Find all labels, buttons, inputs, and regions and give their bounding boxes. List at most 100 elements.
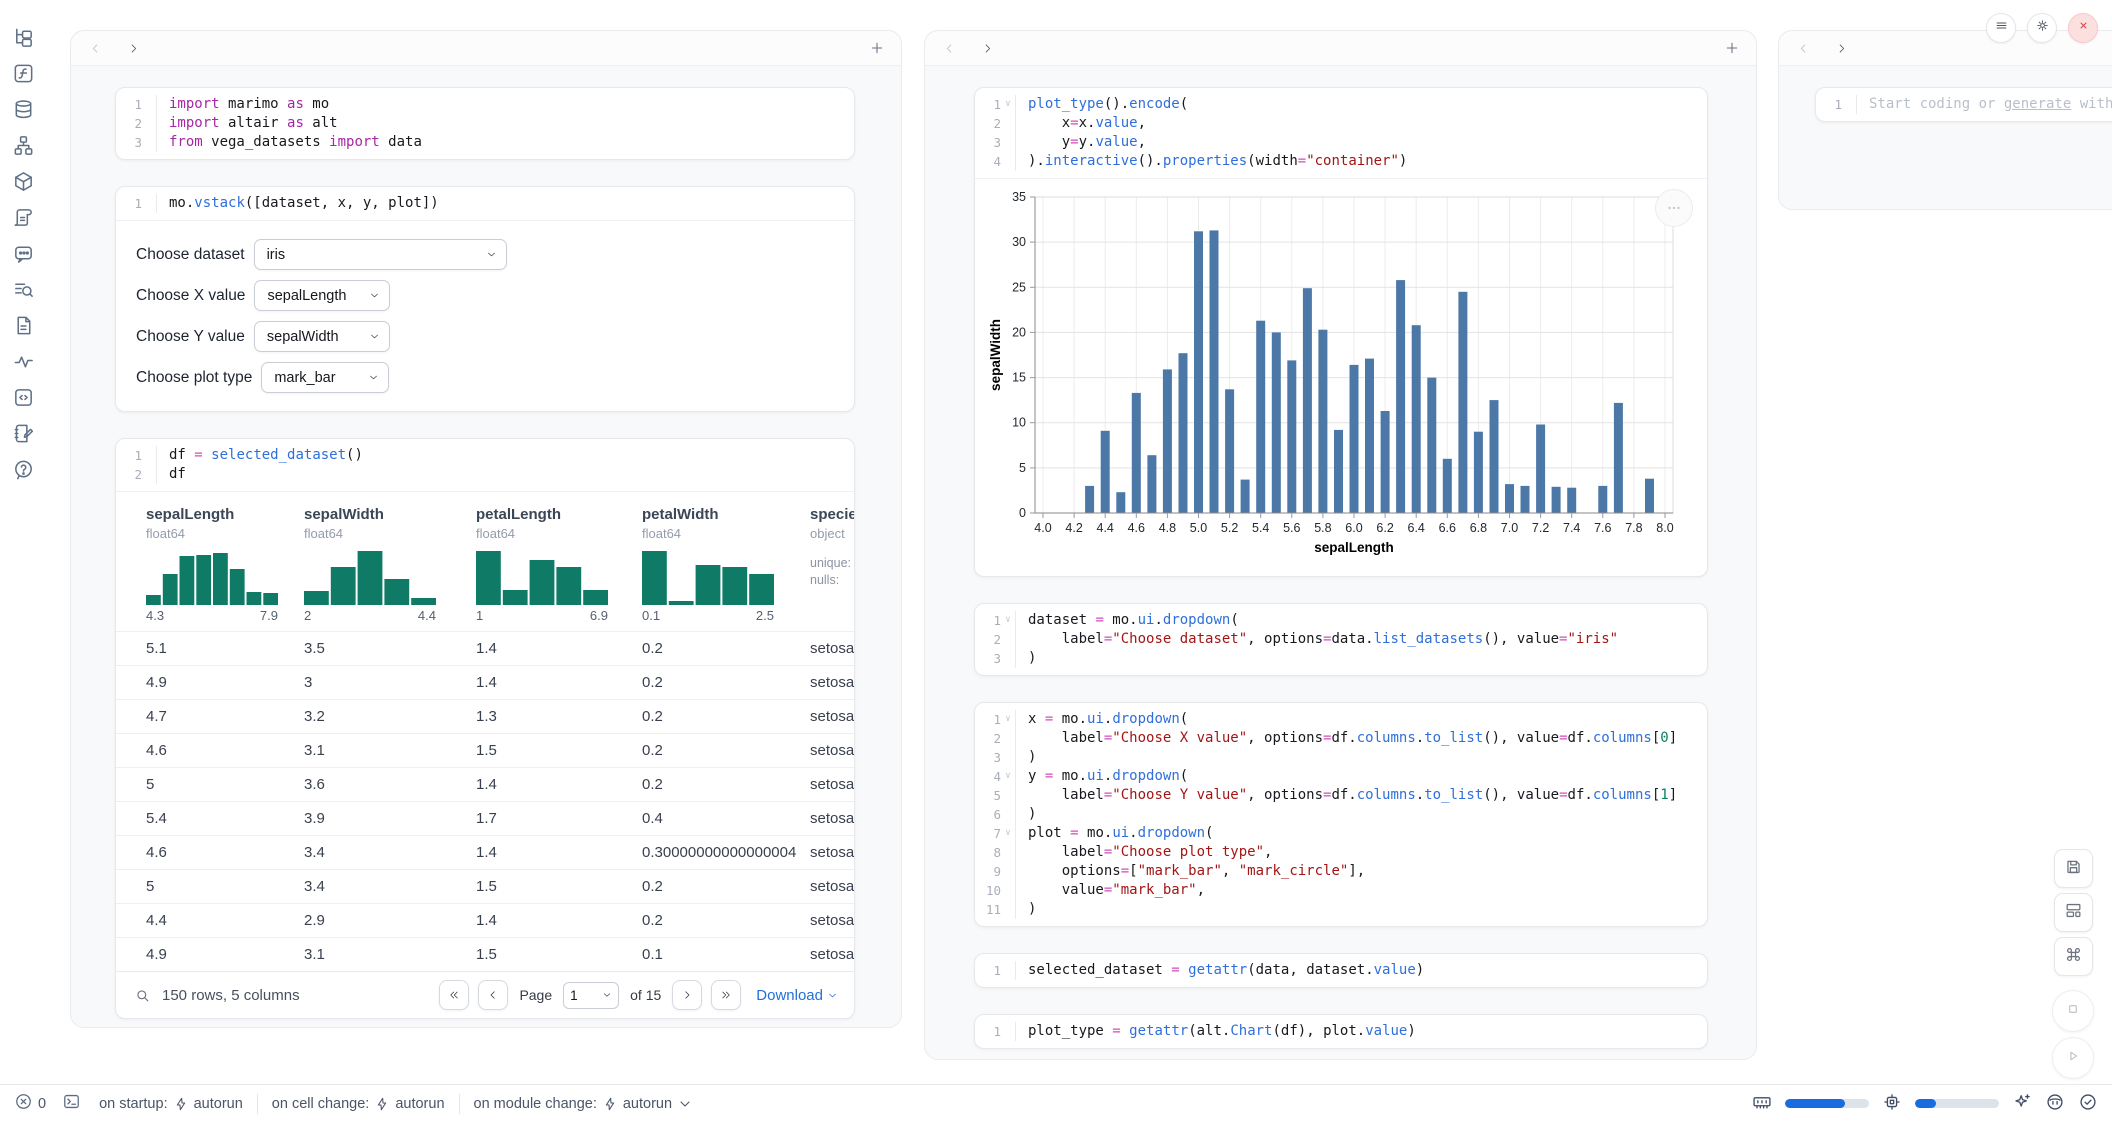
plot-type-select[interactable]: mark_bar	[261, 362, 389, 393]
table-cell: 1.4	[476, 776, 642, 793]
scratchpad-icon[interactable]	[12, 422, 35, 445]
check-circle-icon	[2078, 1092, 2098, 1116]
control-label: Choose Y value	[136, 328, 245, 346]
table-cell: 0.2	[642, 878, 810, 895]
ai-assist-button[interactable]	[2012, 1092, 2032, 1116]
runmode-2[interactable]: on cell change:autorun	[272, 1096, 445, 1112]
code-editor[interactable]: plot_type().encode( x=x.value, y=y.value…	[1015, 95, 1707, 171]
svg-text:5.2: 5.2	[1221, 521, 1238, 535]
table-cell: 0.2	[642, 912, 810, 929]
row-count-summary: 150 rows, 5 columns	[162, 987, 300, 1004]
fold-toggle-icon[interactable]: ∨	[1001, 611, 1015, 630]
search-icon[interactable]	[134, 987, 151, 1004]
fold-toggle-icon[interactable]: ∨	[1001, 767, 1015, 786]
dataset-select[interactable]: iris	[254, 239, 507, 270]
altair-chart[interactable]: 4.04.24.44.64.85.05.25.45.65.86.06.26.46…	[975, 179, 1707, 576]
scripts-icon[interactable]	[12, 206, 35, 229]
code-editor[interactable]: dataset = mo.ui.dropdown( label="Choose …	[1015, 611, 1707, 668]
fold-toggle-icon[interactable]: ∨	[1001, 710, 1015, 729]
table-cell: 1.3	[476, 708, 642, 725]
scroll-right-button[interactable]	[979, 40, 995, 56]
bolt-icon	[374, 1096, 390, 1112]
shutdown-button[interactable]	[2068, 13, 2098, 43]
scroll-left-button[interactable]	[941, 40, 957, 56]
column-max: 6.9	[590, 608, 608, 623]
scroll-right-button[interactable]	[125, 40, 141, 56]
divider	[257, 1094, 258, 1114]
runmode-3[interactable]: on module change:autorun	[474, 1096, 694, 1112]
tracing-icon[interactable]	[12, 350, 35, 373]
x-value-select[interactable]: sepalLength	[254, 280, 390, 311]
code-editor[interactable]: selected_dataset = getattr(data, dataset…	[1015, 961, 1707, 980]
file-explorer-icon[interactable]	[12, 26, 35, 49]
table-cell: 4.6	[146, 844, 304, 861]
ai-chat-icon[interactable]	[12, 242, 35, 265]
settings-button[interactable]	[2027, 13, 2057, 43]
column-dtype: object	[810, 526, 854, 541]
dependency-graph-icon[interactable]	[12, 134, 35, 157]
chart-menu-button[interactable]	[1655, 189, 1693, 227]
documentation-icon[interactable]	[12, 314, 35, 337]
column-min: 0.1	[642, 608, 660, 623]
scroll-right-button[interactable]	[1833, 40, 1849, 56]
previous-page-button[interactable]	[478, 980, 508, 1010]
errors-indicator[interactable]: 0	[14, 1092, 46, 1115]
terminal-icon	[62, 1092, 81, 1115]
save-button[interactable]	[2054, 849, 2093, 888]
table-cell: setosa	[810, 742, 854, 759]
table-cell: 1.5	[476, 878, 642, 895]
code-editor[interactable]: df = selected_dataset()df	[156, 446, 854, 484]
terminal-button[interactable]	[62, 1092, 81, 1115]
code-editor[interactable]: import marimo as moimport altair as altf…	[156, 95, 854, 152]
svg-text:sepalWidth: sepalWidth	[988, 319, 1003, 391]
page-select[interactable]: 1	[563, 982, 619, 1009]
fold-toggle-icon[interactable]: ∨	[1001, 95, 1015, 114]
code-editor[interactable]: mo.vstack([dataset, x, y, plot])	[156, 194, 854, 213]
layout-toggle-button[interactable]	[2054, 893, 2093, 932]
table-cell: 3	[304, 674, 476, 691]
fold-toggle-icon[interactable]: ∨	[1001, 824, 1015, 843]
code-editor[interactable]: x = mo.ui.dropdown( label="Choose X valu…	[1015, 710, 1707, 919]
code-editor[interactable]: plot_type = getattr(alt.Chart(df), plot.…	[1015, 1022, 1707, 1041]
window-controls	[1986, 13, 2098, 43]
runmode-label: on startup:	[99, 1096, 168, 1112]
help-icon[interactable]	[12, 458, 35, 481]
menu-button[interactable]	[1986, 13, 2016, 43]
code-editor[interactable]: Start coding or generate with AI.	[1856, 95, 2112, 114]
bolt-icon	[602, 1096, 618, 1112]
runmode-1[interactable]: on startup:autorun	[99, 1096, 243, 1112]
svg-text:25: 25	[1012, 280, 1026, 294]
logs-icon[interactable]	[12, 278, 35, 301]
download-button[interactable]: Download	[756, 987, 838, 1004]
stop-icon	[2063, 999, 2083, 1024]
convert-notebook-icon[interactable]	[12, 62, 35, 85]
stop-button[interactable]	[2052, 990, 2094, 1032]
table-cell: 1.4	[476, 912, 642, 929]
datasources-icon[interactable]	[12, 98, 35, 121]
add-cell-button[interactable]	[1724, 40, 1740, 56]
copilot-button[interactable]	[2045, 1092, 2065, 1116]
table-row: 53.41.50.2setosa	[116, 869, 854, 903]
y-value-select[interactable]: sepalWidth	[254, 321, 390, 352]
table-cell: setosa	[810, 776, 854, 793]
runtime-settings: on startup:autorun on cell change:autorun…	[99, 1094, 693, 1114]
page-label: Page	[519, 987, 552, 1003]
chevron-down-icon	[602, 990, 612, 1000]
scroll-left-button[interactable]	[87, 40, 103, 56]
packages-icon[interactable]	[12, 170, 35, 193]
shortcuts-button[interactable]	[2054, 937, 2093, 976]
snippets-icon[interactable]	[12, 386, 35, 409]
cell-xy-plot-dropdowns: 1∨234∨567∨891011x = mo.ui.dropdown( labe…	[974, 702, 1708, 927]
next-page-button[interactable]	[672, 980, 702, 1010]
first-page-button[interactable]	[439, 980, 469, 1010]
add-cell-button[interactable]	[869, 40, 885, 56]
svg-text:7.4: 7.4	[1563, 521, 1580, 535]
column-histogram	[304, 551, 476, 605]
connection-status[interactable]	[2078, 1092, 2098, 1116]
column-1-header	[71, 31, 901, 66]
control-label: Choose plot type	[136, 369, 252, 387]
run-button[interactable]	[2052, 1037, 2094, 1079]
last-page-button[interactable]	[711, 980, 741, 1010]
scroll-left-button[interactable]	[1795, 40, 1811, 56]
svg-text:8.0: 8.0	[1656, 521, 1673, 535]
